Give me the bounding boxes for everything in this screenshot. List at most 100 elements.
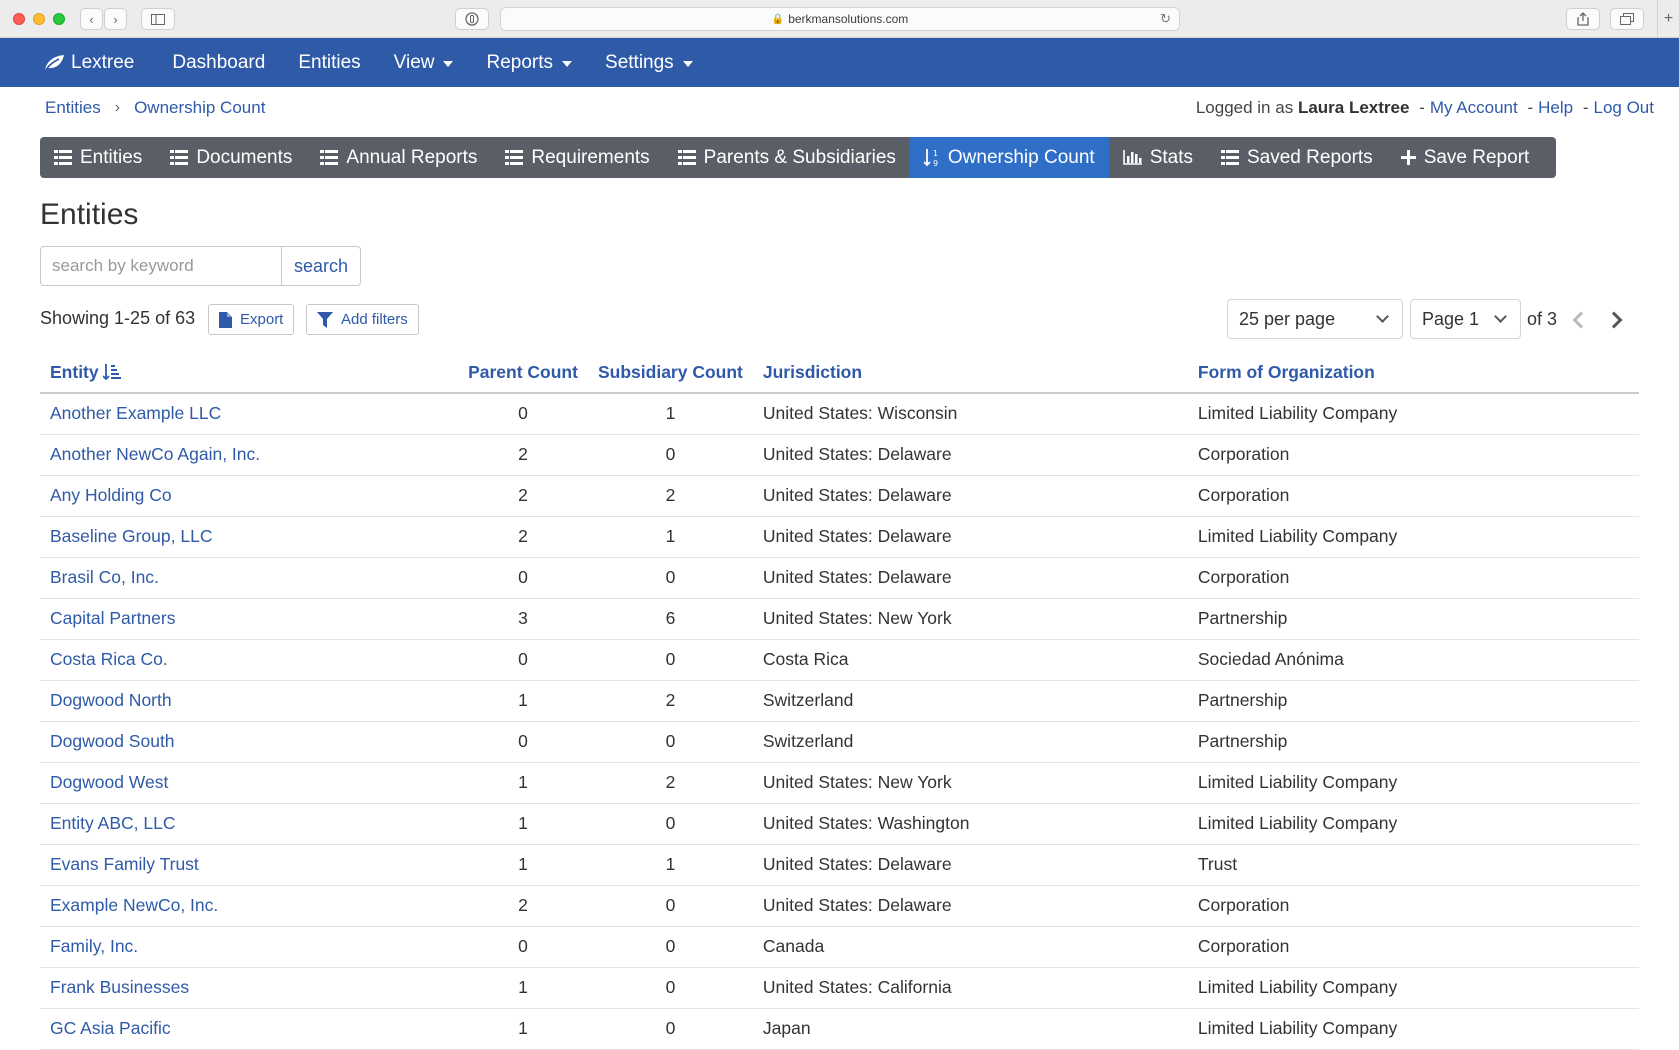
next-page-button[interactable]: [1605, 308, 1627, 332]
entity-name-link[interactable]: Example NewCo, Inc.: [40, 885, 458, 927]
subsidiary-count-cell: 1: [588, 516, 753, 558]
help-link[interactable]: Help: [1538, 98, 1573, 117]
entity-name-link[interactable]: Entity ABC, LLC: [40, 803, 458, 845]
save-report-button[interactable]: Save Report: [1387, 137, 1544, 178]
address-bar[interactable]: 🔒 berkmansolutions.com ↻: [500, 7, 1180, 31]
page-select[interactable]: Page 1: [1410, 299, 1521, 339]
entity-name-link[interactable]: Costa Rica Co.: [40, 639, 458, 681]
tab-requirements[interactable]: Requirements: [491, 137, 663, 178]
entity-name-link[interactable]: GC Asia Pacific: [40, 1008, 458, 1050]
entity-name-link[interactable]: Brasil Co, Inc.: [40, 557, 458, 599]
entity-name-link[interactable]: Evans Family Trust: [40, 844, 458, 886]
privacy-report-button[interactable]: [455, 8, 489, 30]
reload-icon[interactable]: ↻: [1160, 11, 1171, 27]
logout-link[interactable]: Log Out: [1594, 98, 1655, 117]
tab-parents-subsidiaries[interactable]: Parents & Subsidiaries: [664, 137, 910, 178]
tabs-overview-button[interactable]: [1610, 8, 1644, 30]
form-of-organization-cell: Limited Liability Company: [1187, 762, 1639, 804]
tab-label: Parents & Subsidiaries: [703, 146, 896, 168]
breadcrumb-ownership-count[interactable]: Ownership Count: [134, 98, 265, 118]
table-row: Another NewCo Again, Inc. 2 0 United States…: [40, 434, 1639, 476]
form-of-organization-cell: Partnership: [1187, 721, 1639, 763]
tab-documents[interactable]: Documents: [156, 137, 306, 178]
column-header-form-of-organization[interactable]: Form of Organization: [1187, 352, 1639, 394]
add-filters-button[interactable]: Add filters: [306, 304, 419, 335]
form-of-organization-cell: Corporation: [1187, 475, 1639, 517]
nav-reports[interactable]: Reports: [486, 52, 573, 74]
prev-page-button[interactable]: [1568, 308, 1590, 332]
subsidiary-count-cell: 0: [588, 434, 753, 476]
jurisdiction-cell: Costa Rica: [752, 639, 1188, 681]
form-of-organization-cell: Limited Liability Company: [1187, 967, 1639, 1009]
subsidiary-count-cell: 2: [588, 680, 753, 722]
tab-entities[interactable]: Entities: [40, 137, 156, 178]
share-icon: [1577, 12, 1589, 26]
filter-icon: [317, 311, 333, 328]
search-input[interactable]: [41, 247, 281, 285]
list-icon: [320, 150, 339, 165]
table-row: Capital Partners 3 6 United States: New Yor…: [40, 598, 1639, 640]
export-button[interactable]: Export: [208, 304, 295, 335]
caret-down-icon: [682, 60, 693, 67]
entity-name-link[interactable]: Baseline Group, LLC: [40, 516, 458, 558]
subsidiary-count-cell: 0: [588, 721, 753, 763]
zoom-window-button[interactable]: [53, 13, 65, 25]
jurisdiction-cell: United States: New York: [752, 762, 1188, 804]
separator: -: [1419, 98, 1425, 117]
total-pages: of 3: [1527, 309, 1558, 329]
new-tab-button[interactable]: +: [1657, 0, 1679, 38]
column-header-entity[interactable]: Entity: [40, 352, 458, 394]
tabs-icon: [1620, 13, 1634, 25]
jurisdiction-cell: United States: Delaware: [752, 844, 1188, 886]
breadcrumb-entities[interactable]: Entities: [45, 98, 101, 118]
share-button[interactable]: [1566, 8, 1600, 30]
parent-count-cell: 1: [458, 967, 588, 1009]
entity-name-link[interactable]: Capital Partners: [40, 598, 458, 640]
jurisdiction-cell: United States: Delaware: [752, 475, 1188, 517]
per-page-value: 25 per page: [1239, 308, 1336, 329]
column-header-subsidiary-count[interactable]: Subsidiary Count: [588, 352, 753, 394]
entity-name-link[interactable]: Any Holding Co: [40, 475, 458, 517]
entity-name-link[interactable]: Frank Businesses: [40, 967, 458, 1009]
list-icon: [505, 150, 524, 165]
entity-name-link[interactable]: Another NewCo Again, Inc.: [40, 434, 458, 476]
column-header-parent-count[interactable]: Parent Count: [458, 352, 588, 394]
nav-view[interactable]: View: [394, 52, 454, 74]
tab-annual-reports[interactable]: Annual Reports: [306, 137, 491, 178]
search-button[interactable]: search: [281, 247, 360, 285]
entity-name-link[interactable]: Dogwood West: [40, 762, 458, 804]
nav-dashboard[interactable]: Dashboard: [172, 52, 265, 74]
tab-ownership-count[interactable]: 1 9 Ownership Count: [909, 137, 1109, 178]
back-button[interactable]: ‹: [80, 8, 103, 30]
table-row: GC Asia Pacific 1 0 Japan Limited Liability …: [40, 1008, 1639, 1050]
brand-link[interactable]: Lextree: [43, 52, 134, 74]
parent-count-cell: 0: [458, 557, 588, 599]
table-row: Another Example LLC 0 1 United States: Wisc…: [40, 393, 1639, 435]
my-account-link[interactable]: My Account: [1430, 98, 1518, 117]
column-header-jurisdiction[interactable]: Jurisdiction: [752, 352, 1188, 394]
sidebar-toggle-button[interactable]: [141, 8, 175, 30]
entity-name-link[interactable]: Another Example LLC: [40, 393, 458, 435]
nav-settings[interactable]: Settings: [605, 52, 693, 74]
jurisdiction-cell: Switzerland: [752, 680, 1188, 722]
minimize-window-button[interactable]: [33, 13, 45, 25]
close-window-button[interactable]: [13, 13, 25, 25]
tab-stats[interactable]: Stats: [1109, 137, 1207, 178]
subsidiary-count-cell: 0: [588, 803, 753, 845]
list-icon: [170, 150, 189, 165]
entity-name-link[interactable]: Dogwood North: [40, 680, 458, 722]
nav-entities[interactable]: Entities: [298, 52, 360, 74]
per-page-select[interactable]: 25 per page: [1227, 299, 1403, 339]
table-row: Example NewCo, Inc. 2 0 United States: Dela…: [40, 885, 1639, 927]
table-row: Any Holding Co 2 2 United States: Delaware C…: [40, 475, 1639, 517]
user-name: Laura Lextree: [1297, 98, 1410, 117]
add-filters-label: Add filters: [341, 311, 408, 328]
forward-button[interactable]: ›: [104, 8, 127, 30]
tab-saved-reports[interactable]: Saved Reports: [1207, 137, 1387, 178]
parent-count-cell: 0: [458, 639, 588, 681]
entity-name-link[interactable]: Dogwood South: [40, 721, 458, 763]
nav-label: Entities: [298, 51, 361, 73]
caret-down-icon: [562, 60, 573, 67]
parent-count-cell: 0: [458, 393, 588, 435]
entity-name-link[interactable]: Family, Inc.: [40, 926, 458, 968]
